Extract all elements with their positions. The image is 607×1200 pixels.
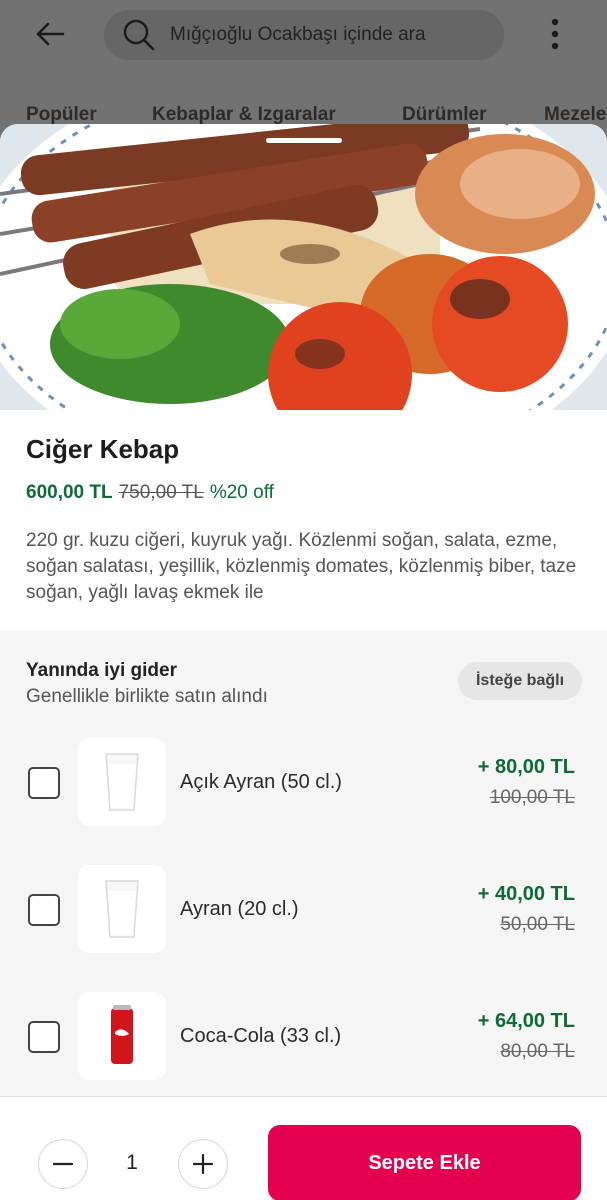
tab-durumler[interactable]: Dürümler	[402, 104, 486, 126]
addon-item[interactable]: Ayran (20 cl.) + 40,00 TL 50,00 TL	[0, 865, 607, 955]
minus-icon	[52, 1162, 74, 1166]
ayran-glass-icon	[105, 753, 139, 811]
more-options-button[interactable]	[540, 14, 570, 54]
old-price: 750,00 TL	[118, 482, 204, 503]
addon-old-price: 100,00 TL	[489, 787, 575, 808]
addon-name: Coca-Cola (33 cl.)	[180, 1025, 342, 1047]
addon-thumbnail	[78, 738, 166, 826]
increase-quantity-button[interactable]	[178, 1139, 228, 1189]
addon-name: Ayran (20 cl.)	[180, 898, 299, 920]
add-to-cart-button[interactable]: Sepete Ekle	[268, 1125, 581, 1200]
addon-old-price: 80,00 TL	[500, 1041, 575, 1062]
search-input[interactable]: Mığçıoğlu Ocakbaşı içinde ara	[104, 10, 504, 60]
price-row: 600,00 TL 750,00 TL %20 off	[26, 482, 274, 504]
tab-kebaplar[interactable]: Kebaplar & Izgaralar	[152, 104, 336, 126]
addon-checkbox[interactable]	[28, 894, 60, 926]
addon-checkbox[interactable]	[28, 767, 60, 799]
search-placeholder: Mığçıoğlu Ocakbaşı içinde ara	[170, 24, 426, 45]
addon-price: + 40,00 TL	[477, 883, 575, 905]
tab-mezeler[interactable]: Mezeler	[544, 104, 607, 126]
addon-price: + 64,00 TL	[477, 1010, 575, 1032]
product-detail-sheet: Ciğer Kebap 600,00 TL 750,00 TL %20 off 22…	[0, 124, 607, 1200]
addon-name: Açık Ayran (50 cl.)	[180, 771, 342, 793]
addons-subtitle: Genellikle birlikte satın alındı	[26, 686, 268, 707]
addons-title: Yanında iyi gider	[26, 660, 177, 681]
more-vertical-icon	[551, 18, 559, 50]
product-name: Ciğer Kebap	[26, 434, 180, 464]
addons-section: Yanında iyi gider Genellikle birlikte sa…	[0, 630, 607, 1098]
plus-icon	[192, 1153, 214, 1175]
cart-action-bar: 1 Sepete Ekle	[0, 1096, 607, 1200]
addon-item[interactable]: Açık Ayran (50 cl.) + 80,00 TL 100,00 TL	[0, 738, 607, 828]
addon-item[interactable]: Coca-Cola (33 cl.) + 64,00 TL 80,00 TL	[0, 992, 607, 1082]
addon-checkbox[interactable]	[28, 1021, 60, 1053]
background-header: Mığçıoğlu Ocakbaşı içinde ara Popüler Ke…	[0, 0, 607, 140]
product-image	[0, 124, 607, 410]
addon-thumbnail	[78, 865, 166, 953]
discount-label: %20 off	[209, 482, 274, 503]
decrease-quantity-button[interactable]	[38, 1139, 88, 1189]
current-price: 600,00 TL	[26, 482, 113, 503]
product-description: 220 gr. kuzu ciğeri, kuyruk yağı. Közlen…	[26, 530, 577, 603]
kebab-plate-image	[0, 124, 607, 410]
tab-popular[interactable]: Popüler	[26, 104, 97, 126]
addon-old-price: 50,00 TL	[500, 914, 575, 935]
arrow-left-icon	[36, 22, 65, 46]
cola-can-icon	[111, 1005, 133, 1064]
quantity-value: 1	[126, 1151, 138, 1174]
addon-thumbnail	[78, 992, 166, 1080]
optional-badge: İsteğe bağlı	[458, 662, 582, 700]
back-button[interactable]	[30, 14, 70, 54]
addon-price: + 80,00 TL	[477, 756, 575, 778]
ayran-glass-icon	[105, 880, 139, 938]
sheet-drag-handle[interactable]	[266, 138, 342, 143]
search-icon	[123, 19, 155, 51]
